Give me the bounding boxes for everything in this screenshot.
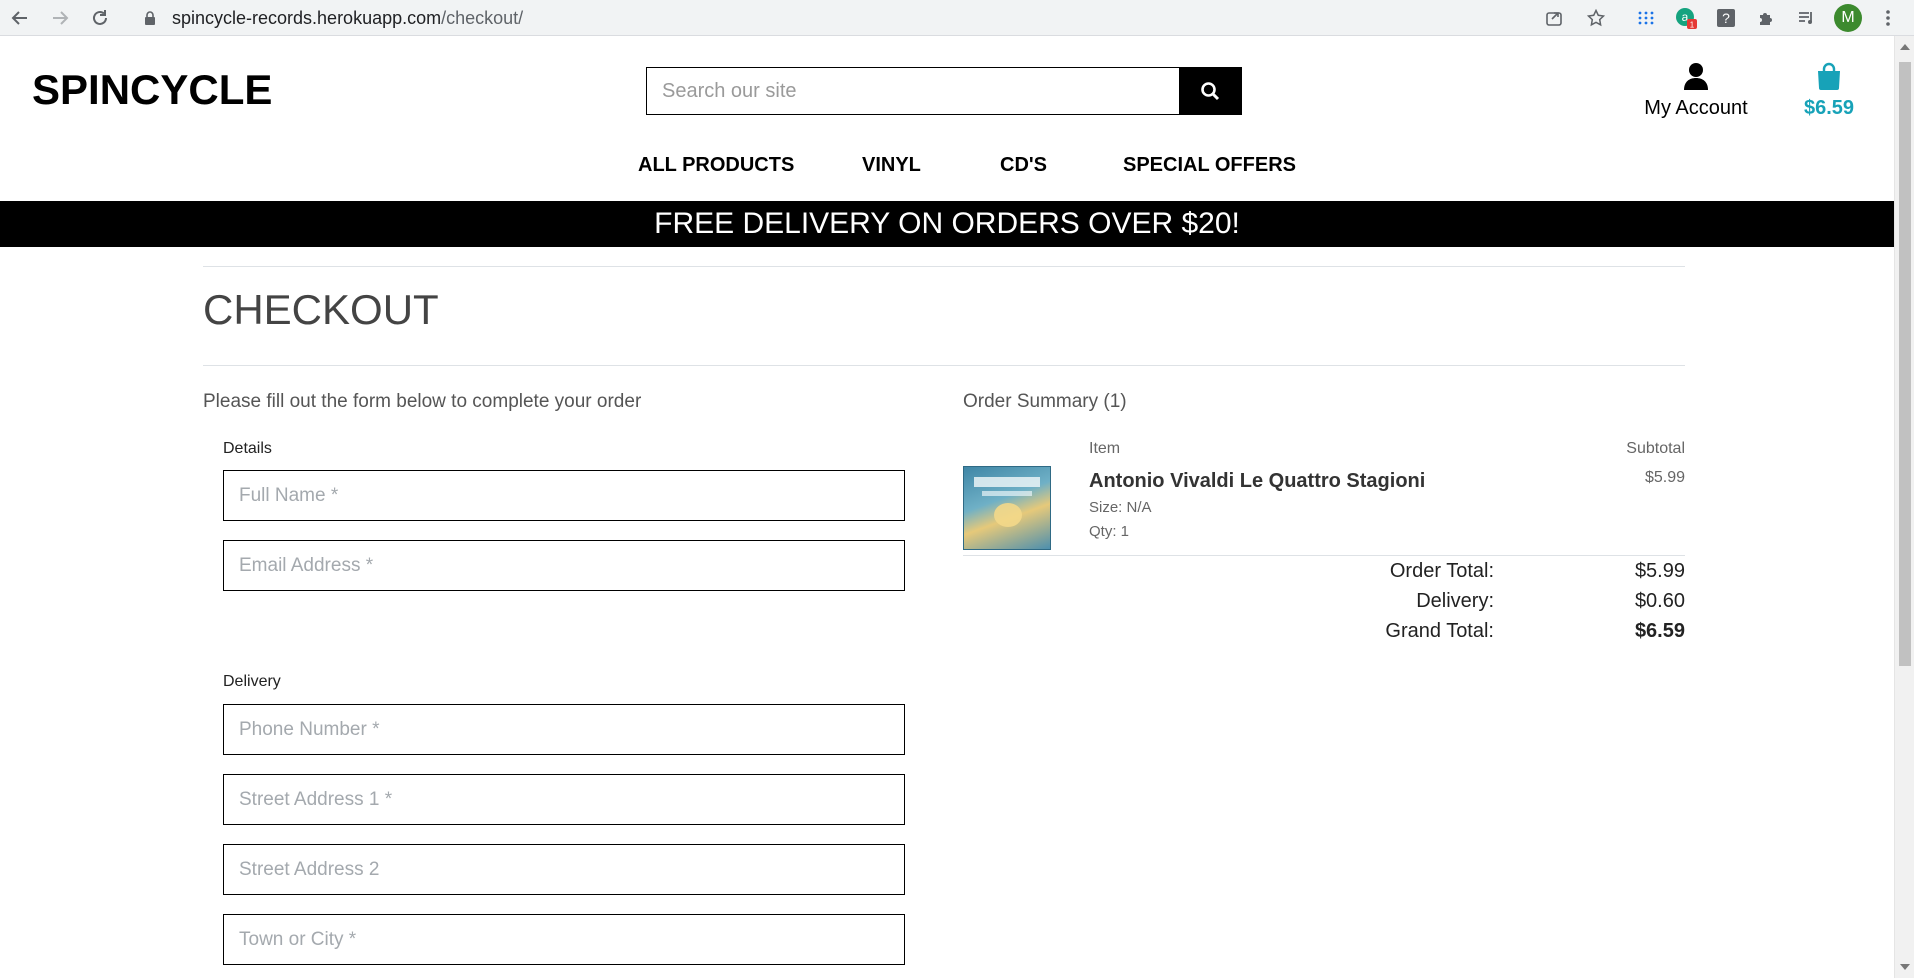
- site-logo[interactable]: SPINCYCLE: [32, 66, 272, 114]
- shopping-bag-link[interactable]: $6.59: [1792, 62, 1866, 120]
- extensions-puzzle-icon[interactable]: [1754, 6, 1778, 30]
- grammar-extension-icon[interactable]: a1: [1674, 6, 1698, 30]
- my-account-label: My Account: [1644, 97, 1748, 119]
- phone-field[interactable]: [223, 704, 905, 755]
- extension-badge: 1: [1690, 21, 1695, 30]
- nav-all-products[interactable]: ALL PRODUCTS: [638, 154, 794, 177]
- my-account-link[interactable]: My Account: [1640, 62, 1752, 120]
- item-price: $5.99: [1644, 469, 1685, 486]
- town-city-field[interactable]: [223, 914, 905, 965]
- nav-vinyl[interactable]: VINYL: [862, 154, 921, 177]
- reading-list-icon[interactable]: [1794, 6, 1818, 30]
- delivery-label: Delivery:: [1416, 590, 1494, 612]
- share-icon[interactable]: [1542, 6, 1566, 30]
- full-name-field[interactable]: [223, 470, 905, 521]
- product-thumbnail: [963, 466, 1051, 550]
- subtotal-column-header: Subtotal: [1626, 440, 1685, 457]
- order-total-value: $5.99: [1634, 560, 1685, 582]
- help-extension-icon[interactable]: ?: [1714, 6, 1738, 30]
- grand-total-value: $6.59: [1634, 620, 1685, 642]
- scroll-up-arrow-icon[interactable]: [1900, 44, 1910, 50]
- email-field[interactable]: [223, 540, 905, 591]
- bookmark-star-icon[interactable]: [1584, 6, 1608, 30]
- item-size: Size: N/A: [1089, 499, 1152, 516]
- url-path: /checkout/: [441, 8, 524, 28]
- item-column-header: Item: [1089, 440, 1121, 457]
- checkout-intro: Please fill out the form below to comple…: [203, 391, 642, 412]
- forward-icon[interactable]: [48, 6, 72, 30]
- grand-total-label: Grand Total:: [1385, 620, 1494, 642]
- profile-avatar[interactable]: M: [1834, 4, 1862, 32]
- street-address-2-field[interactable]: [223, 844, 905, 895]
- apps-grid-icon[interactable]: [1634, 6, 1658, 30]
- summary-divider: [963, 555, 1685, 556]
- delivery-banner: FREE DELIVERY ON ORDERS OVER $20!: [0, 201, 1894, 247]
- more-menu-icon[interactable]: [1876, 6, 1900, 30]
- order-total-label: Order Total:: [1389, 560, 1494, 582]
- back-icon[interactable]: [8, 6, 32, 30]
- item-qty: Qty: 1: [1089, 523, 1130, 540]
- bag-total: $6.59: [1803, 97, 1855, 119]
- search-input[interactable]: [647, 68, 1179, 114]
- lock-icon: [144, 11, 156, 30]
- street-address-1-field[interactable]: [223, 774, 905, 825]
- album-art-highlight: [994, 503, 1022, 527]
- divider: [203, 365, 1685, 366]
- url-host: spincycle-records.herokuapp.com: [172, 8, 442, 28]
- nav-cds[interactable]: CD'S: [1000, 154, 1047, 177]
- shopping-bag-icon: [1818, 62, 1840, 90]
- album-title-band: [974, 477, 1040, 487]
- divider: [203, 266, 1685, 267]
- browser-toolbar: spincycle-records.herokuapp.com/checkout…: [0, 0, 1914, 36]
- main-nav: ALL PRODUCTS VINYL CD'S SPECIAL OFFERS: [0, 154, 1894, 184]
- scroll-thumb[interactable]: [1899, 62, 1911, 666]
- search-button[interactable]: [1179, 68, 1241, 114]
- scroll-down-arrow-icon[interactable]: [1900, 964, 1910, 970]
- delivery-legend: Delivery: [223, 673, 281, 690]
- details-legend: Details: [223, 440, 272, 457]
- order-summary-title: Order Summary (1): [963, 391, 1127, 412]
- delivery-value: $0.60: [1634, 590, 1685, 612]
- svg-text:?: ?: [1722, 10, 1730, 26]
- user-icon: [1684, 63, 1708, 90]
- page-title: CHECKOUT: [203, 286, 439, 333]
- search-icon: [1201, 82, 1220, 101]
- reload-icon[interactable]: [88, 6, 112, 30]
- site-search: [646, 67, 1242, 115]
- url-text: spincycle-records.herokuapp.com/checkout…: [172, 8, 523, 29]
- page-scrollbar[interactable]: [1894, 36, 1914, 978]
- album-subtitle-band: [982, 491, 1032, 496]
- item-name: Antonio Vivaldi Le Quattro Stagioni: [1089, 470, 1426, 492]
- nav-special-offers[interactable]: SPECIAL OFFERS: [1123, 154, 1296, 177]
